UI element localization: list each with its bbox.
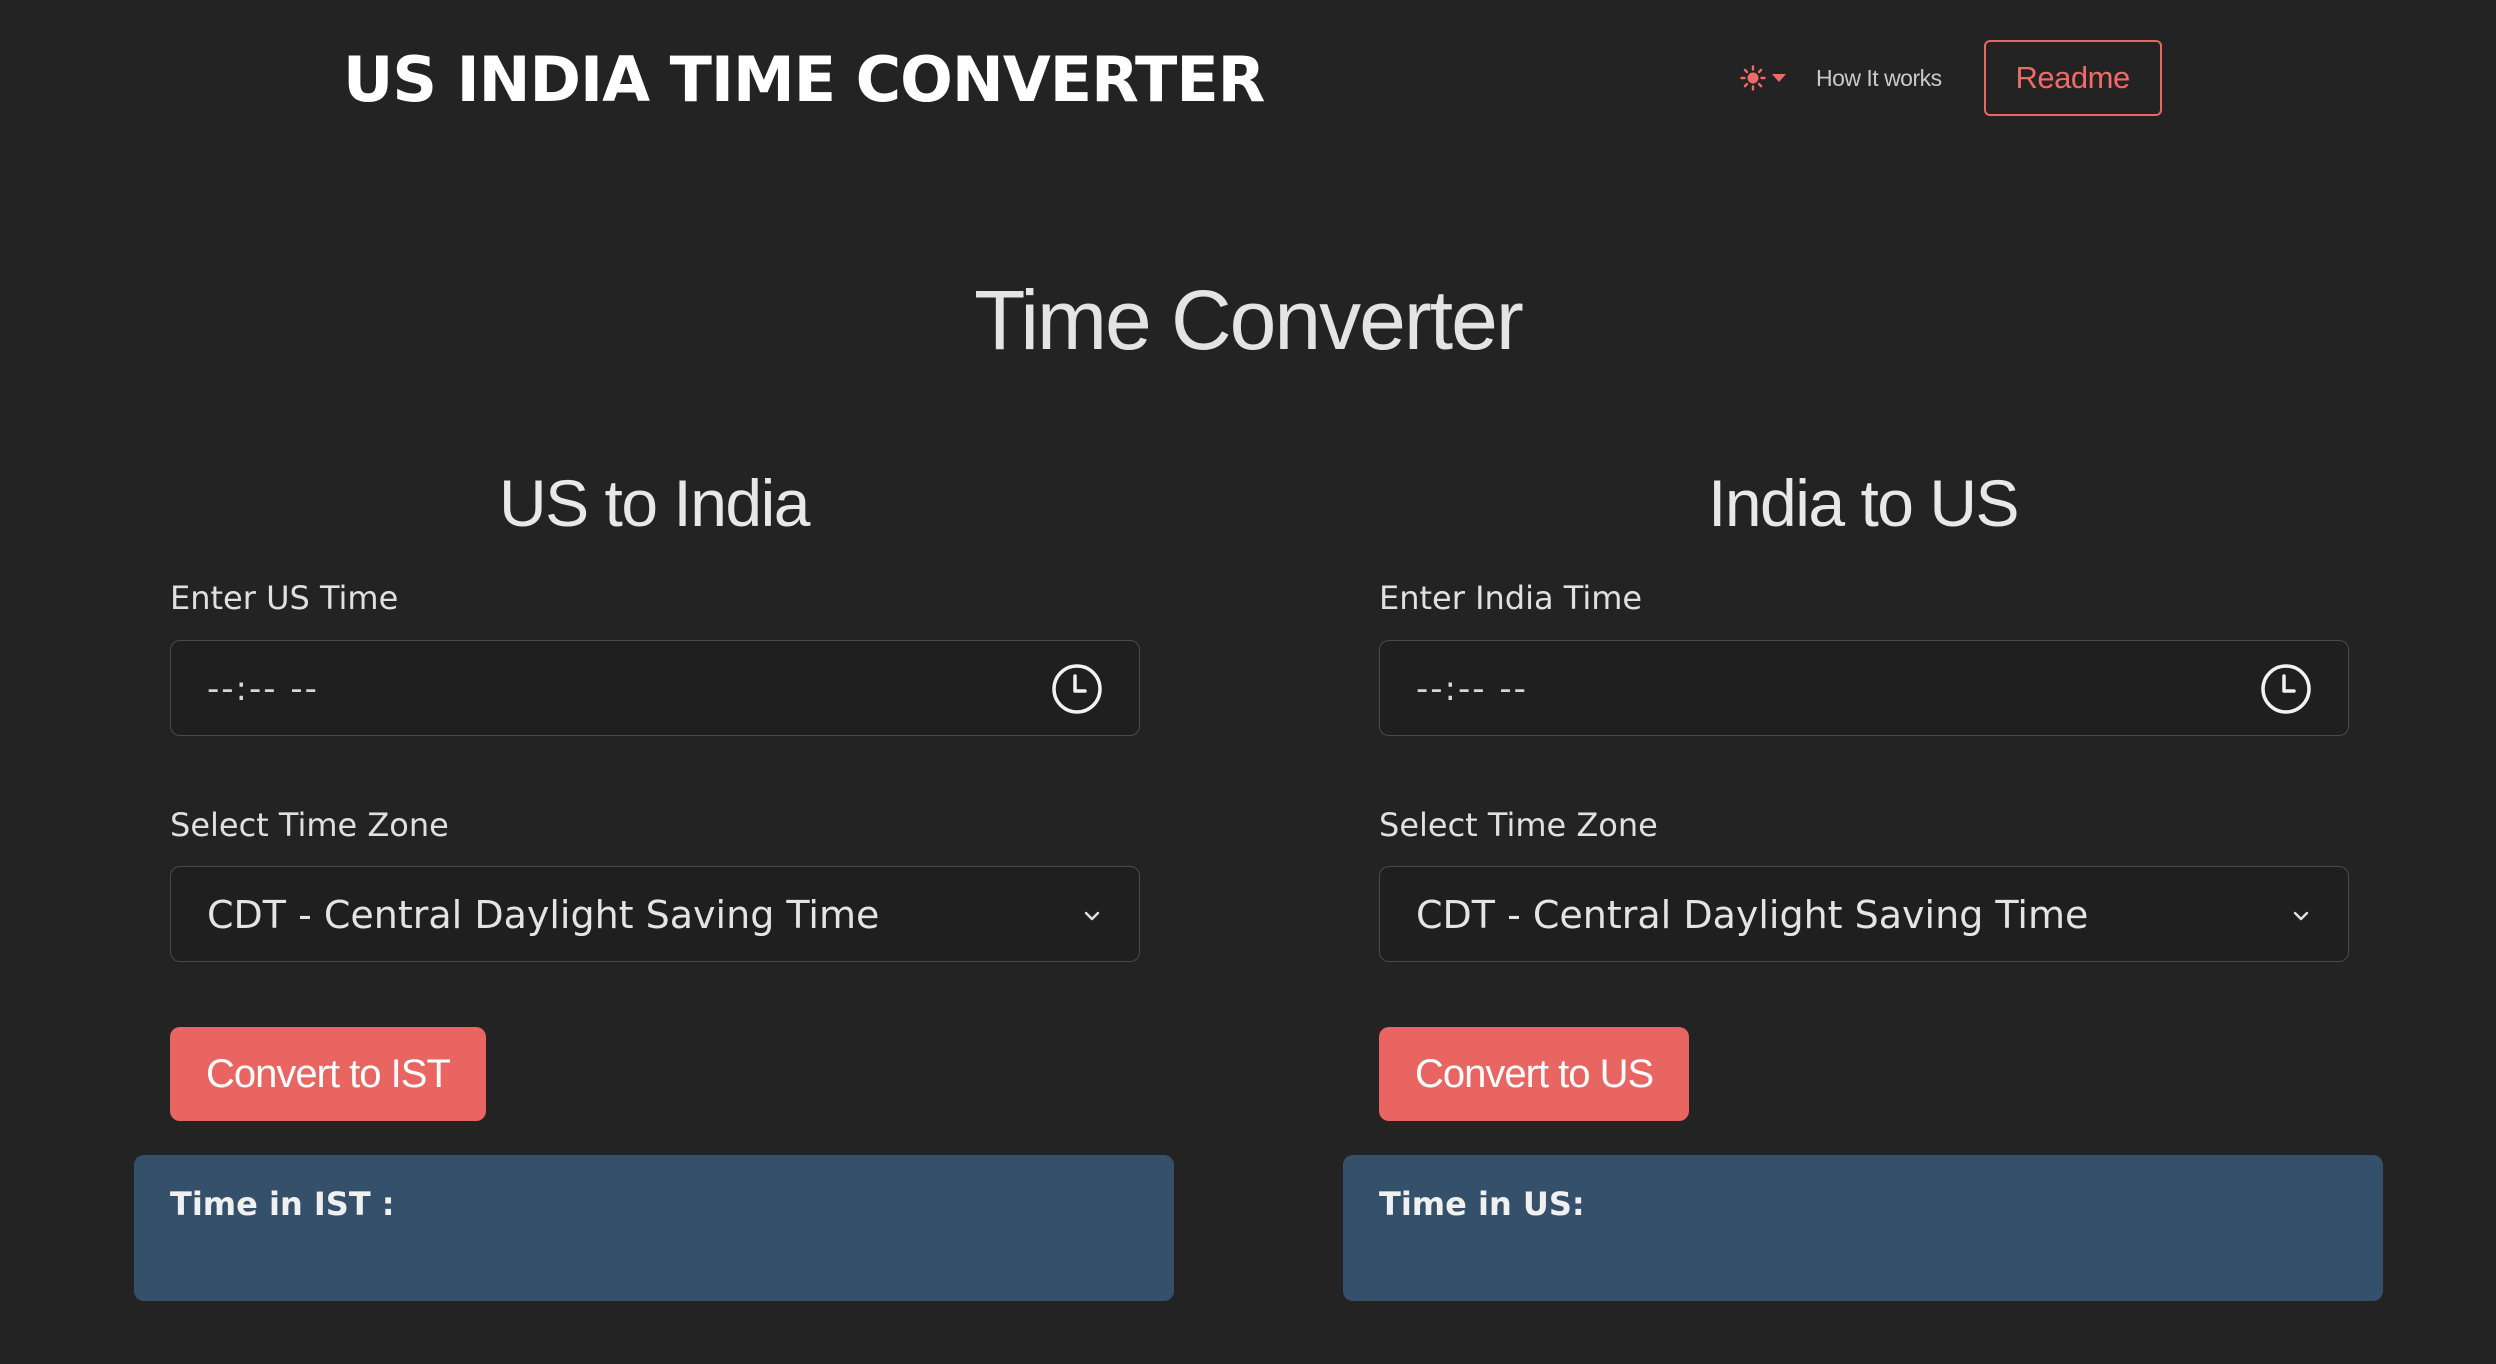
india-time-label: Enter India Time [1379,579,1643,617]
india-to-us-panel: India to US Enter India Time --:-- -- Se… [1343,440,2383,1301]
theme-toggle-dropdown[interactable] [1740,65,1786,91]
top-nav: How It works Readme [1740,40,2162,116]
readme-button[interactable]: Readme [1983,40,2162,116]
us-to-india-heading: US to India [498,466,811,540]
how-it-works-link[interactable]: How It works [1816,65,1942,92]
chevron-down-icon [2293,911,2309,921]
india-time-input[interactable]: --:-- -- [1379,640,2349,736]
us-time-input[interactable]: --:-- -- [170,640,1140,736]
india-timezone-selected-value: CDT - Central Daylight Saving Time [1416,893,2089,937]
ist-result-box: Time in IST : [134,1155,1174,1301]
caret-down-icon [1772,74,1786,82]
ist-result-label: Time in IST : [170,1185,395,1223]
india-timezone-select[interactable]: CDT - Central Daylight Saving Time [1379,866,2349,962]
us-time-input-value: --:-- -- [207,669,319,709]
convert-to-us-button[interactable]: Convert to US [1379,1027,1690,1121]
india-timezone-label: Select Time Zone [1379,806,1658,844]
us-to-india-panel: US to India Enter US Time --:-- -- Selec… [134,440,1174,1301]
us-result-label: Time in US: [1379,1185,1585,1223]
page-title: Time Converter [974,273,1524,367]
india-time-input-value: --:-- -- [1416,669,1528,709]
convert-to-ist-button[interactable]: Convert to IST [170,1027,486,1121]
india-to-us-heading: India to US [1707,466,2020,540]
us-timezone-label: Select Time Zone [170,806,449,844]
us-timezone-select[interactable]: CDT - Central Daylight Saving Time [170,866,1140,962]
clock-icon[interactable] [2260,663,2312,715]
chevron-down-icon [1084,911,1100,921]
us-result-box: Time in US: [1343,1155,2383,1301]
sun-icon [1740,65,1766,91]
site-brand-title[interactable]: US INDIA TIME CONVERTER [343,40,1265,120]
clock-icon[interactable] [1051,663,1103,715]
us-timezone-selected-value: CDT - Central Daylight Saving Time [207,893,880,937]
us-time-label: Enter US Time [170,579,399,617]
